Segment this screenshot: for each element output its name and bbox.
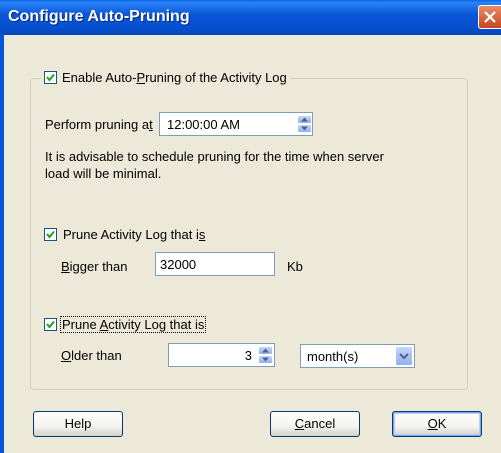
time-spinner[interactable] bbox=[297, 115, 312, 133]
label-text: ancel bbox=[304, 416, 336, 431]
label-accelerator: A bbox=[99, 317, 109, 332]
age-unit-select[interactable]: month(s) bbox=[300, 344, 415, 368]
age-unit-value: month(s) bbox=[307, 349, 359, 364]
chevron-down-icon bbox=[399, 353, 409, 360]
cancel-button[interactable]: Cancel bbox=[270, 411, 360, 437]
pruning-time-value: 12:00:00 AM bbox=[167, 117, 240, 132]
label-accelerator: O bbox=[61, 348, 72, 363]
help-button[interactable]: Help bbox=[33, 411, 123, 437]
age-spinner-buttons[interactable] bbox=[258, 346, 273, 364]
close-button[interactable] bbox=[478, 5, 501, 29]
label-text: igger than bbox=[69, 259, 128, 274]
label-text: Enable Auto- bbox=[62, 69, 137, 85]
label-text: runing of the Activity Log bbox=[145, 69, 287, 85]
dropdown-button[interactable] bbox=[395, 346, 413, 366]
arrow-down-icon bbox=[301, 126, 308, 131]
time-down-button[interactable] bbox=[297, 124, 312, 133]
label-accelerator: B bbox=[61, 259, 70, 274]
prune-by-age-checkbox[interactable]: Prune Activity Log that is bbox=[44, 316, 207, 333]
older-than-label: Older than bbox=[61, 348, 122, 363]
window-title: Configure Auto-Pruning bbox=[8, 8, 190, 25]
close-icon bbox=[484, 11, 496, 23]
label-text: Perform pruning a bbox=[45, 117, 150, 132]
size-unit-label: Kb bbox=[287, 259, 303, 274]
prune-by-size-label: Prune Activity Log that is bbox=[63, 227, 205, 242]
pruning-time-picker[interactable]: 12:00:00 AM bbox=[159, 112, 313, 136]
enable-auto-pruning-checkbox[interactable]: Enable Auto-Pruning of the Activity Log bbox=[41, 67, 290, 87]
label-accelerator: O bbox=[427, 416, 438, 431]
title-bar[interactable]: Configure Auto-Pruning bbox=[0, 0, 501, 35]
label-text: K bbox=[437, 416, 447, 431]
perform-pruning-label: Perform pruning at bbox=[45, 117, 153, 132]
label-accelerator: C bbox=[294, 416, 305, 431]
checkmark-icon bbox=[46, 320, 55, 329]
label-accelerator: s bbox=[198, 227, 206, 242]
arrow-up-icon bbox=[301, 117, 308, 122]
size-checkbox-box[interactable] bbox=[44, 228, 57, 241]
dialog-window: Configure Auto-Pruning Enable Auto-Pruni… bbox=[0, 0, 501, 453]
bigger-than-label: Bigger than bbox=[61, 259, 128, 274]
age-down-button[interactable] bbox=[258, 355, 273, 364]
label-text: ctivity Log that is bbox=[108, 317, 205, 332]
age-up-button[interactable] bbox=[258, 346, 273, 355]
prune-by-age-label: Prune Activity Log that is bbox=[59, 316, 207, 333]
ok-button[interactable]: OK bbox=[392, 411, 482, 437]
label-text: lder than bbox=[71, 348, 122, 363]
age-value: 3 bbox=[244, 348, 252, 363]
advice-text-line1: It is advisable to schedule pruning for … bbox=[45, 149, 384, 164]
label-accelerator: t bbox=[149, 117, 153, 132]
enable-checkbox-box[interactable] bbox=[44, 70, 57, 84]
age-checkbox-box[interactable] bbox=[44, 318, 57, 331]
size-limit-input[interactable] bbox=[155, 252, 275, 276]
window-frame-left bbox=[0, 35, 4, 453]
arrow-down-icon bbox=[262, 357, 269, 362]
checkmark-icon bbox=[46, 230, 55, 239]
arrow-up-icon bbox=[262, 348, 269, 353]
checkmark-icon bbox=[46, 73, 55, 82]
prune-by-size-checkbox[interactable]: Prune Activity Log that is bbox=[44, 227, 205, 242]
time-up-button[interactable] bbox=[297, 115, 312, 124]
label-text: Prune Activity Log that i bbox=[63, 227, 199, 242]
advice-text-line2: load will be minimal. bbox=[45, 166, 162, 181]
enable-auto-pruning-label: Enable Auto-Pruning of the Activity Log bbox=[62, 70, 287, 85]
age-value-spinner[interactable]: 3 bbox=[168, 343, 275, 367]
label-accelerator: P bbox=[136, 69, 146, 85]
label-text: Prune bbox=[62, 317, 100, 332]
